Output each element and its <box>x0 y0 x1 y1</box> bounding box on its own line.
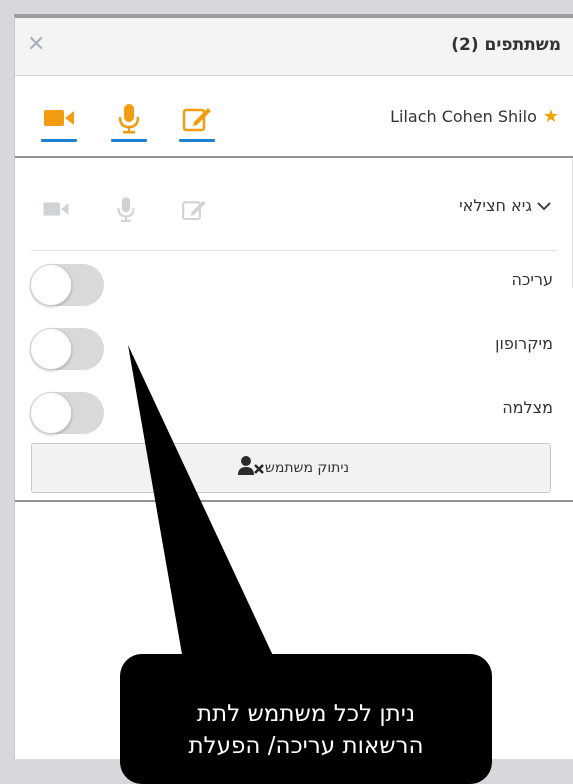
star-icon: ★ <box>542 106 559 127</box>
participant-name[interactable]: גיא חצילאי <box>459 196 557 215</box>
video-icon <box>41 194 71 224</box>
panel-title: משתתפים (2) <box>451 35 561 55</box>
video-icon[interactable] <box>41 100 77 142</box>
permission-label: מצלמה <box>502 398 553 417</box>
divider <box>15 500 573 502</box>
camera-toggle[interactable] <box>30 392 104 434</box>
microphone-toggle[interactable] <box>30 328 104 370</box>
permission-row-microphone: מיקרופון <box>15 320 573 370</box>
panel-header: ✕ משתתפים (2) <box>15 18 573 76</box>
participant-row[interactable]: גיא חצילאי <box>15 158 573 250</box>
disconnect-user-button[interactable]: ניתוק משתמש <box>31 443 551 493</box>
edit-toggle[interactable] <box>30 264 104 306</box>
permission-label: עריכה <box>511 270 553 289</box>
edit-icon[interactable] <box>179 100 215 142</box>
participants-panel: ✕ משתתפים (2) Lilach Cohen Shilo ★ גיא ח… <box>14 14 573 759</box>
callout-annotation: ניתן לכל משתמש לתת הרשאות עריכה/ הפעלת <box>120 654 492 784</box>
chevron-down-icon[interactable] <box>537 200 551 214</box>
owner-name: Lilach Cohen Shilo ★ <box>390 106 559 127</box>
permission-row-edit: עריכה <box>15 256 573 306</box>
user-remove-icon <box>237 455 265 481</box>
permission-row-camera: מצלמה <box>15 384 573 434</box>
permission-label: מיקרופון <box>495 334 553 353</box>
close-icon[interactable]: ✕ <box>27 34 45 56</box>
owner-participant-row: Lilach Cohen Shilo ★ <box>15 76 573 158</box>
microphone-icon[interactable] <box>111 100 147 142</box>
edit-icon <box>179 194 209 224</box>
divider <box>31 250 557 251</box>
microphone-icon <box>111 194 141 224</box>
